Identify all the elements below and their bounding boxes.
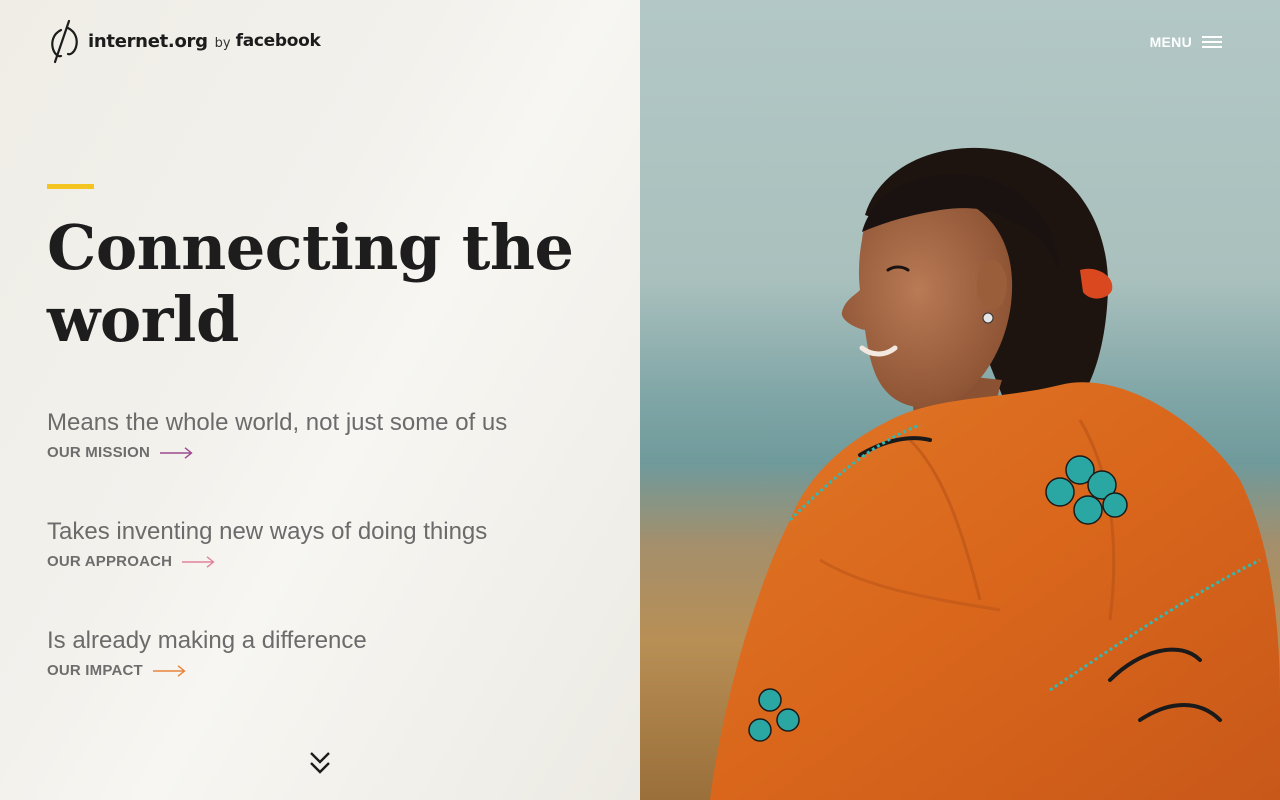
feature-text: Means the whole world, not just some of … [47,409,508,436]
our-impact-link[interactable]: OUR IMPACT [47,662,186,679]
page-title: Connecting the world [47,212,607,356]
brand-logo-link[interactable]: internet.org by facebook [48,18,321,64]
brand-partner: facebook [235,31,321,51]
feature-approach: Takes inventing new ways of doing things… [47,517,607,571]
link-label: OUR IMPACT [47,662,143,679]
hero-image-panel: MENU [640,0,1280,800]
our-approach-link[interactable]: OUR APPROACH [47,553,215,570]
hero-photo [640,0,1280,800]
arrow-right-icon [160,446,193,459]
feature-text: Takes inventing new ways of doing things [47,518,488,545]
headline-accent-bar [47,184,94,189]
arrow-right-icon [152,664,186,677]
feature-impact: Is already making a difference OUR IMPAC… [47,626,607,680]
headline-line-2: world [47,283,239,356]
feature-text: Is already making a difference [47,627,367,654]
feature-mission: Means the whole world, not just some of … [47,408,607,462]
menu-label: MENU [1149,34,1192,50]
left-panel: internet.org by facebook Connecting the … [0,0,640,800]
our-mission-link[interactable]: OUR MISSION [47,444,193,461]
double-chevron-down-icon[interactable] [308,750,332,778]
brand-by: by [214,35,231,51]
link-label: OUR MISSION [47,444,151,461]
headline-line-1: Connecting the [47,211,574,284]
brand-name: internet.org [88,30,208,52]
link-label: OUR APPROACH [47,553,173,570]
menu-button[interactable]: MENU [1150,34,1222,50]
internet-org-logo-icon [51,19,78,64]
page: internet.org by facebook Connecting the … [0,0,1280,800]
hamburger-icon [1202,36,1222,48]
arrow-right-icon [182,555,215,568]
